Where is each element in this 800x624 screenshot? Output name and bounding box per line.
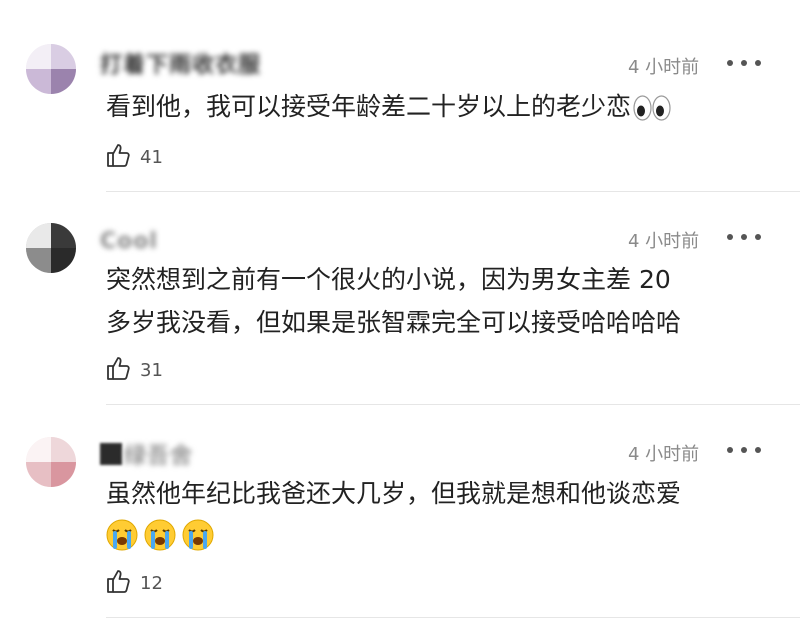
like-count: 31 <box>140 359 163 381</box>
more-options-button[interactable] <box>727 227 761 247</box>
thumbs-up-icon <box>106 142 132 172</box>
username[interactable]: Cool <box>100 228 158 254</box>
more-dot <box>727 60 733 66</box>
divider <box>106 191 800 192</box>
more-options-button[interactable] <box>727 53 761 73</box>
more-dot <box>755 447 761 453</box>
like-button[interactable]: 31 <box>106 355 163 385</box>
divider <box>106 404 800 405</box>
like-button[interactable]: 12 <box>106 568 163 598</box>
more-dot <box>727 447 733 453</box>
comment-time: 4 小时前 <box>628 57 700 78</box>
comment-time: 4 小时前 <box>628 231 700 252</box>
divider <box>106 617 800 618</box>
comment-line: 突然想到之前有一个很火的小说，因为男女主差 20 <box>106 265 671 294</box>
like-count: 12 <box>140 572 163 594</box>
more-dot <box>741 447 747 453</box>
avatar[interactable] <box>26 223 76 273</box>
like-button[interactable]: 41 <box>106 142 163 172</box>
username-text: Cool <box>100 228 158 254</box>
username-text: 绿吾舍 <box>124 444 194 469</box>
comment-line-text: 看到他，我可以接受年龄差二十岁以上的老少恋 <box>106 92 632 121</box>
username[interactable]: 打着下雨收衣服 <box>100 50 262 78</box>
loudly-crying-face-emoji <box>106 519 138 564</box>
thumbs-up-icon <box>106 355 132 385</box>
thumbs-up-icon <box>106 568 132 598</box>
more-dot <box>727 234 733 240</box>
loudly-crying-face-emoji <box>182 519 214 564</box>
comment-time: 4 小时前 <box>628 444 700 465</box>
more-dot <box>741 60 747 66</box>
emoji-line <box>106 515 786 564</box>
more-options-button[interactable] <box>727 440 761 460</box>
comment-text: 突然想到之前有一个很火的小说，因为男女主差 20 多岁我没看，但如果是张智霖完全… <box>106 258 786 344</box>
avatar[interactable] <box>26 437 76 487</box>
comment-text: 看到他，我可以接受年龄差二十岁以上的老少恋 <box>106 85 786 134</box>
comment-line: 看到他，我可以接受年龄差二十岁以上的老少恋 <box>106 85 786 134</box>
avatar[interactable] <box>26 44 76 94</box>
like-count: 41 <box>140 146 163 168</box>
more-dot <box>741 234 747 240</box>
more-dot <box>755 60 761 66</box>
comment-line: 多岁我没看，但如果是张智霖完全可以接受哈哈哈哈 <box>106 308 682 337</box>
username[interactable]: 绿吾舍 <box>100 441 194 469</box>
eyes-emoji <box>633 91 671 134</box>
more-dot <box>755 234 761 240</box>
comment-text: 虽然他年纪比我爸还大几岁，但我就是想和他谈恋爱 <box>106 472 786 564</box>
loudly-crying-face-emoji <box>144 519 176 564</box>
comment-line: 虽然他年纪比我爸还大几岁，但我就是想和他谈恋爱 <box>106 479 682 508</box>
username-text: 打着下雨收衣服 <box>100 53 262 78</box>
username-block <box>100 443 122 465</box>
